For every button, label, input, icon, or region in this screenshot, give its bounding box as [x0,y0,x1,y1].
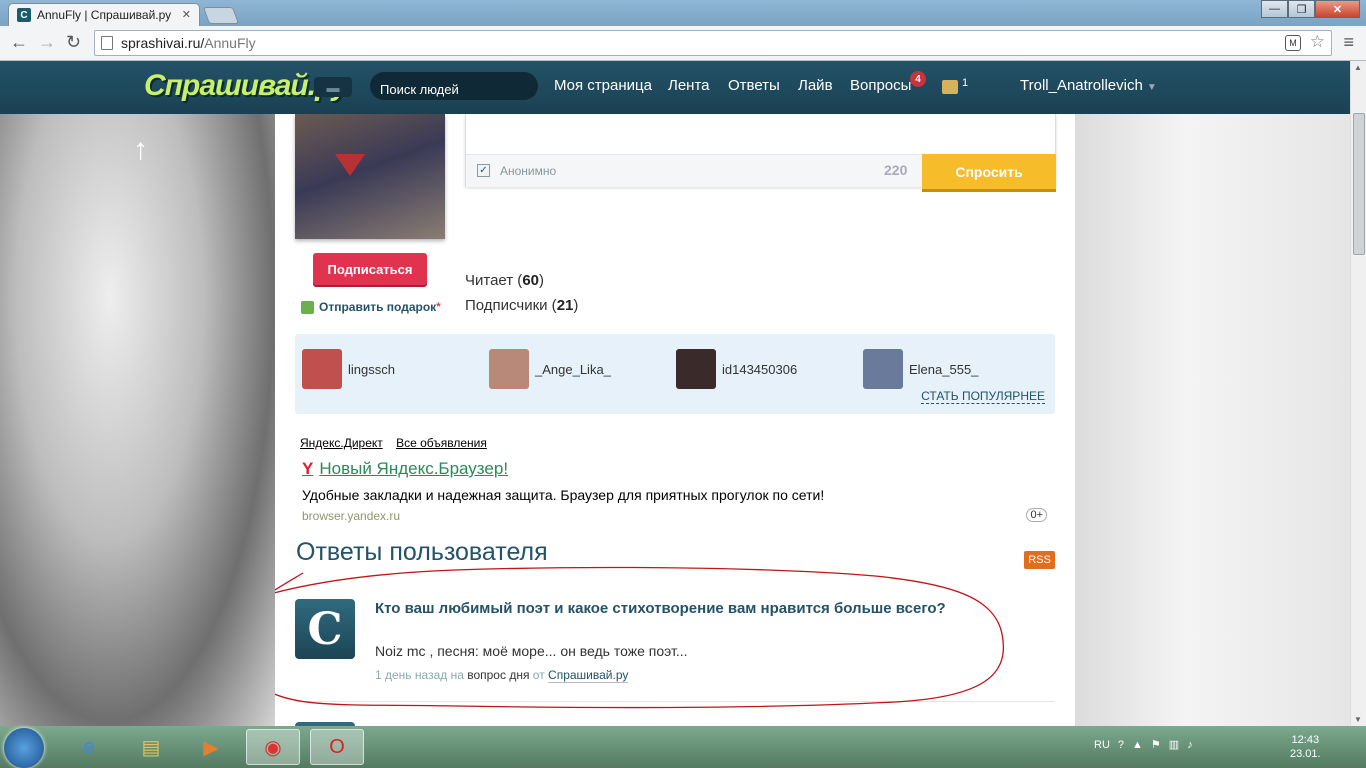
extension-icon[interactable]: M [1285,35,1301,51]
explorer-folder-icon[interactable]: ▤ [124,729,178,765]
window-controls: — ❐ ✕ [1261,0,1360,18]
coins-count: 1 [962,77,969,89]
scroll-down-icon[interactable]: ▼ [1354,715,1362,724]
volume-icon[interactable]: ♪ [1187,739,1193,751]
forward-arrow-icon[interactable]: → [38,32,56,53]
page-icon [101,36,113,50]
nav-questions[interactable]: Вопросы [850,77,911,94]
scroll-up-icon[interactable]: ▲ [1354,63,1362,72]
clock-time: 12:43 [1291,734,1320,746]
tab-title: AnnuFly | Спрашивай.ру [37,8,172,22]
nav-answers[interactable]: Ответы [728,77,780,94]
menu-icon[interactable]: ▬ [314,77,352,97]
background-cat-image [0,114,275,726]
help-icon[interactable]: ? [1118,739,1124,751]
questions-count-badge: 4 [910,71,926,87]
start-button[interactable] [4,728,44,768]
windows-taskbar: e ▤ ▶ ◉ O RU ? ▲ ⚑ ▥ ♪ 12:43 23.01. [0,726,1366,768]
language-indicator[interactable]: RU [1094,739,1110,751]
url-path: AnnuFly [204,35,256,51]
page-viewport: AG AG ↑ Спрашивай.ру ▬ Моя страница Лент… [0,61,1350,726]
background-right-image: AG AG [1075,114,1350,726]
tab-close-icon[interactable]: ✕ [182,8,191,21]
system-tray: RU ? ▲ ⚑ ▥ ♪ [1094,738,1193,752]
nav-my-page[interactable]: Моя страница [554,77,652,94]
scroll-top-arrow-icon[interactable]: ↑ [133,133,148,167]
maximize-icon[interactable]: ❐ [1288,0,1315,18]
new-tab-button[interactable] [202,7,240,24]
media-player-icon[interactable]: ▶ [184,729,238,765]
browser-toolbar: ← → ↻ sprashivai.ru/AnnuFly M ☆ ≡ [0,26,1366,61]
scrollbar-thumb[interactable] [1353,113,1365,255]
window-close-icon[interactable]: ✕ [1315,0,1360,18]
nav-live[interactable]: Лайв [798,77,833,94]
network-icon[interactable]: ▥ [1169,738,1179,751]
vertical-scrollbar[interactable]: ▲ ▼ [1350,61,1366,726]
coins-icon[interactable] [942,80,958,94]
browser-tab-active[interactable]: С AnnuFly | Спрашивай.ру ✕ [8,3,200,26]
back-arrow-icon[interactable]: ← [10,32,28,53]
ie-icon[interactable]: e [62,729,116,765]
people-search-input[interactable] [370,72,538,100]
profile-content: ✓ Анонимно 220 Спросить Читает (60) Подп… [275,114,1075,726]
hand-drawn-red-circle [275,566,1004,709]
minimize-icon[interactable]: — [1261,0,1288,18]
url-host: sprashivai.ru/ [121,35,205,51]
clock[interactable]: 12:43 23.01. [1290,733,1321,761]
address-bar[interactable]: sprashivai.ru/AnnuFly M ☆ [94,30,1332,56]
site-header: Спрашивай.ру ▬ Моя страница Лента Ответы… [0,61,1350,114]
chrome-icon[interactable]: ◉ [246,729,300,765]
bookmark-star-icon[interactable]: ☆ [1310,32,1325,52]
browser-titlebar: С AnnuFly | Спрашивай.ру ✕ — ❐ ✕ [0,0,1366,26]
nav-feed[interactable]: Лента [668,77,710,94]
flag-icon[interactable]: ⚑ [1151,738,1161,751]
opera-icon[interactable]: O [310,729,364,765]
username: Troll_Anatrollevich [1020,77,1143,94]
reload-icon[interactable]: ↻ [66,32,81,53]
user-menu[interactable]: Troll_Anatrollevich ▼ [1020,77,1157,94]
clock-date: 23.01. [1290,748,1321,760]
wrench-menu-icon[interactable]: ≡ [1343,32,1354,53]
tray-expand-icon[interactable]: ▲ [1132,739,1143,751]
site-favicon-icon: С [17,8,31,22]
chevron-down-icon: ▼ [1146,82,1157,93]
